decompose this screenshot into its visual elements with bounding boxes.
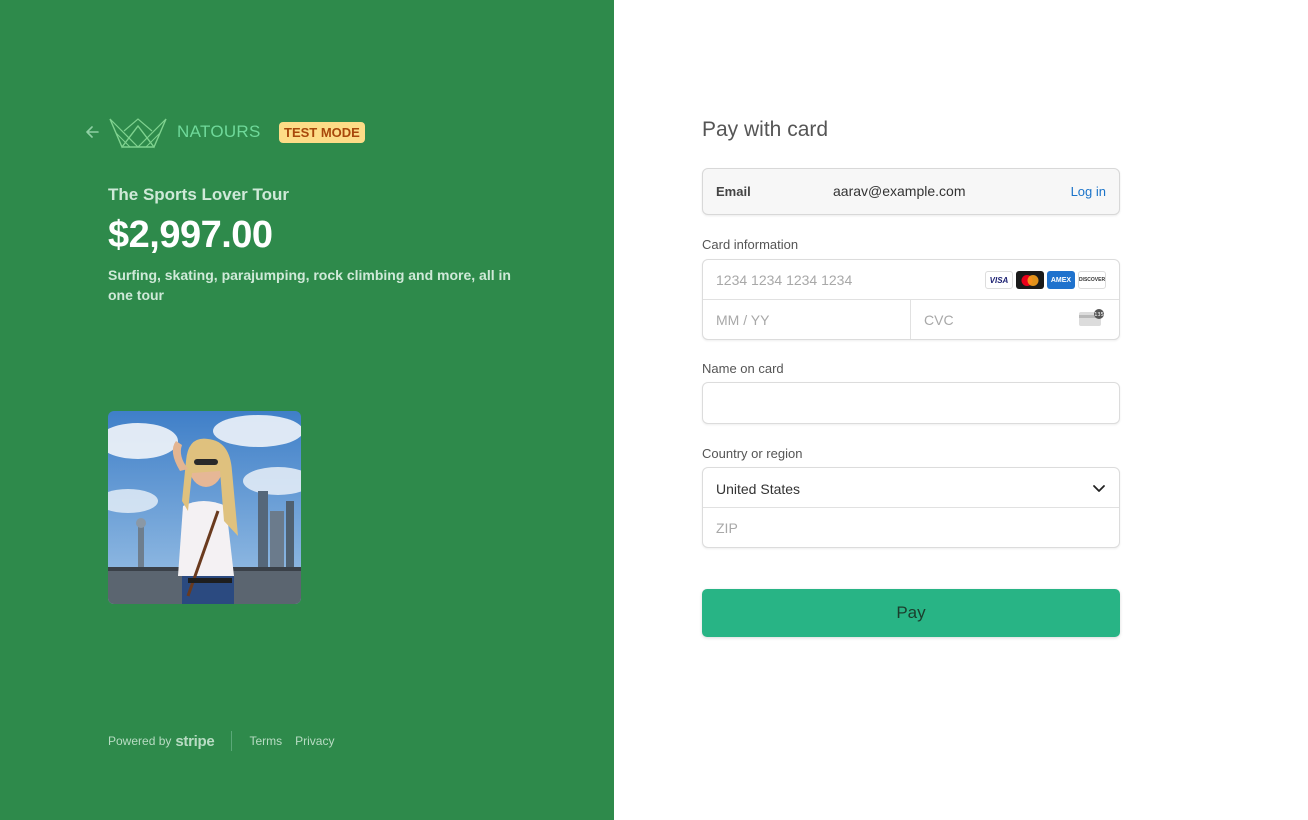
zip-input[interactable] bbox=[703, 508, 1119, 547]
product-description: Surfing, skating, parajumping, rock clim… bbox=[108, 267, 511, 303]
chevron-down-icon bbox=[1093, 485, 1105, 492]
pay-button[interactable]: Pay bbox=[702, 589, 1120, 637]
card-information-group: VISA AMEX DISCOVER 135 bbox=[702, 259, 1120, 340]
country-group: United States bbox=[702, 467, 1120, 548]
country-label: Country or region bbox=[702, 446, 803, 461]
footer-divider bbox=[231, 731, 233, 751]
discover-icon: DISCOVER bbox=[1078, 271, 1106, 289]
brand-name: NATOURS bbox=[177, 122, 261, 141]
payment-panel: Pay with card Email aarav@example.com Lo… bbox=[614, 0, 1308, 820]
visa-icon: VISA bbox=[985, 271, 1013, 289]
mastercard-icon bbox=[1016, 271, 1044, 289]
country-select[interactable]: United States bbox=[703, 468, 1119, 508]
card-brands: VISA AMEX DISCOVER bbox=[985, 271, 1106, 289]
email-row: Email aarav@example.com Log in bbox=[702, 168, 1120, 215]
name-on-card-input[interactable] bbox=[702, 382, 1120, 424]
order-summary-panel: NATOURS TEST MODE The Sports Lover Tour … bbox=[0, 0, 614, 820]
powered-by-stripe[interactable]: Powered by stripe bbox=[108, 732, 215, 750]
powered-by-label: Powered by bbox=[108, 734, 172, 748]
email-value: aarav@example.com bbox=[833, 183, 966, 199]
product-image bbox=[108, 411, 301, 604]
card-expiry-input[interactable] bbox=[703, 300, 911, 339]
stripe-logo: stripe bbox=[175, 732, 215, 750]
login-link[interactable]: Log in bbox=[1071, 184, 1106, 199]
amex-icon: AMEX bbox=[1047, 271, 1075, 289]
test-mode-badge: TEST MODE bbox=[279, 122, 365, 143]
svg-text:135: 135 bbox=[1094, 312, 1104, 318]
email-label: Email bbox=[716, 184, 751, 199]
product-name: The Sports Lover Tour bbox=[108, 185, 290, 204]
country-selected-value: United States bbox=[716, 481, 801, 497]
cvc-card-icon: 135 bbox=[1079, 309, 1104, 326]
card-information-label: Card information bbox=[702, 237, 799, 252]
privacy-link[interactable]: Privacy bbox=[295, 734, 334, 748]
name-on-card-label: Name on card bbox=[702, 361, 784, 376]
terms-link[interactable]: Terms bbox=[249, 734, 282, 748]
crown-logo-icon bbox=[109, 118, 167, 149]
payment-title: Pay with card bbox=[702, 118, 829, 141]
back-arrow-icon[interactable] bbox=[84, 121, 102, 143]
footer: Powered by stripe Terms Privacy bbox=[108, 731, 347, 751]
product-price: $2,997.00 bbox=[108, 214, 273, 256]
